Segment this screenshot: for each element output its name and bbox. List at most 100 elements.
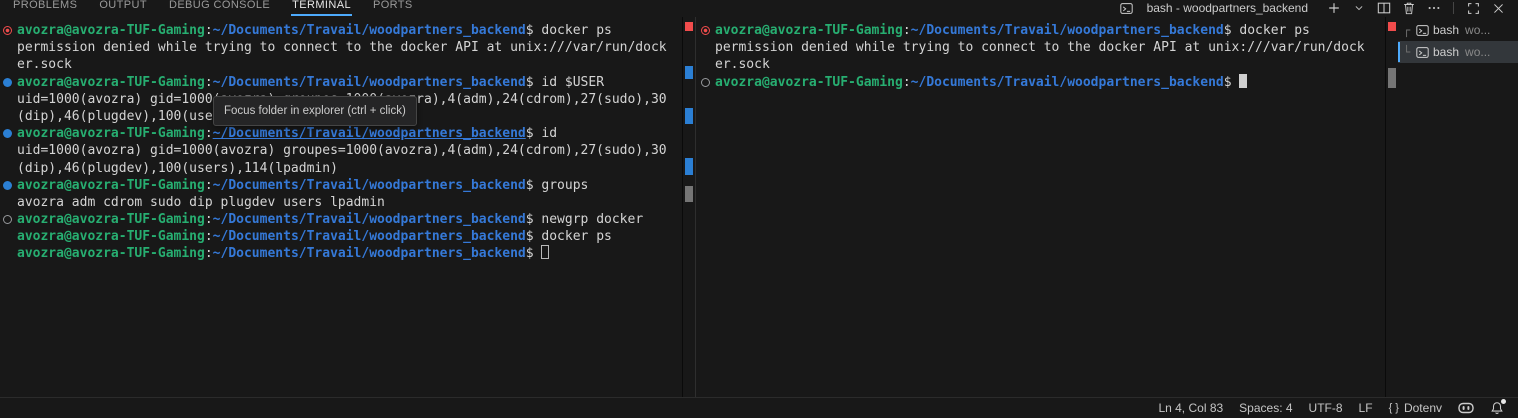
- prompt-separator: :: [205, 246, 213, 261]
- kill-terminal-icon[interactable]: [1401, 0, 1417, 16]
- split-terminal-icon[interactable]: [1376, 0, 1392, 16]
- terminal-list-label: bash: [1433, 23, 1459, 37]
- status-label: Spaces: 4: [1239, 401, 1292, 415]
- terminal-profile-dropdown-icon[interactable]: [1351, 0, 1367, 16]
- notification-badge: [1501, 399, 1506, 404]
- command-decoration-success-icon[interactable]: [3, 181, 12, 190]
- prompt-path-link[interactable]: ~/Documents/Travail/woodpartners_backend: [213, 126, 526, 141]
- vscode-terminal-panel: PROBLEMSOUTPUTDEBUG CONSOLETERMINALPORTS…: [0, 0, 1518, 418]
- prompt-separator: :: [903, 75, 911, 90]
- terminal-pane-left[interactable]: avozra@avozra-TUF-Gaming:~/Documents/Tra…: [0, 17, 681, 397]
- prompt-path-link[interactable]: ~/Documents/Travail/woodpartners_backend: [213, 75, 526, 90]
- scroll-decoration-error: [1388, 22, 1396, 31]
- prompt-path-link[interactable]: ~/Documents/Travail/woodpartners_backend: [213, 178, 526, 193]
- command-text: docker ps: [541, 23, 611, 38]
- command-text: docker ps: [1239, 23, 1309, 38]
- close-panel-icon[interactable]: [1490, 0, 1506, 16]
- terminal-line: permission denied while trying to connec…: [0, 39, 681, 56]
- scroll-decoration-default: [685, 186, 693, 202]
- status-label: Dotenv: [1404, 401, 1442, 415]
- terminal-scrollbar-right[interactable]: [1385, 17, 1397, 397]
- terminal-pane-right[interactable]: avozra@avozra-TUF-Gaming:~/Documents/Tra…: [696, 17, 1385, 397]
- prompt-path-link[interactable]: ~/Documents/Travail/woodpartners_backend: [213, 23, 526, 38]
- panel-tab-problems[interactable]: PROBLEMS: [2, 0, 88, 15]
- output-text: permission denied while trying to connec…: [17, 40, 667, 55]
- prompt-user: avozra@avozra-TUF-Gaming: [17, 229, 205, 244]
- status-label: Ln 4, Col 83: [1158, 401, 1223, 415]
- prompt-path-link[interactable]: ~/Documents/Travail/woodpartners_backend: [911, 23, 1224, 38]
- command-text: newgrp docker: [541, 212, 643, 227]
- scroll-decoration-success: [685, 66, 693, 79]
- prompt-symbol: $: [526, 126, 542, 141]
- output-text: uid=1000(avozra) gid=1000(avozra) groupe…: [17, 143, 667, 158]
- terminal-line: permission denied while trying to connec…: [696, 39, 1385, 56]
- prompt-symbol: $: [1224, 23, 1240, 38]
- prompt-symbol: $: [526, 178, 542, 193]
- bell-icon[interactable]: [1490, 401, 1504, 415]
- terminal-scrollbar-left[interactable]: [682, 17, 695, 397]
- braces-icon: { }: [1389, 402, 1399, 414]
- prompt-separator: :: [205, 178, 213, 193]
- split-tree-guide: └: [1403, 45, 1414, 59]
- prompt-symbol: $: [526, 246, 542, 261]
- status-bar-right: Ln 4, Col 83 Spaces: 4 UTF-8 LF { } Dotenv: [1158, 401, 1504, 415]
- status-label: UTF-8: [1309, 401, 1343, 415]
- output-text: (dip),46(plugdev),100(users),114(lpadmin…: [17, 161, 338, 176]
- prompt-symbol: $: [526, 75, 542, 90]
- tooltip-text: Focus folder in explorer (ctrl + click): [224, 105, 406, 117]
- link-hover-tooltip: Focus folder in explorer (ctrl + click): [213, 96, 417, 126]
- command-decoration-error-icon[interactable]: [3, 26, 12, 35]
- terminal-icon: [1416, 46, 1429, 59]
- copilot-icon[interactable]: [1458, 401, 1474, 415]
- split-tree-guide: ┌: [1403, 23, 1414, 37]
- command-decoration-success-icon[interactable]: [3, 129, 12, 138]
- more-actions-icon[interactable]: [1426, 0, 1442, 16]
- prompt-separator: :: [205, 229, 213, 244]
- output-text: er.sock: [715, 57, 770, 72]
- prompt-path-link[interactable]: ~/Documents/Travail/woodpartners_backend: [213, 246, 526, 261]
- command-decoration-default-icon[interactable]: [701, 78, 710, 87]
- prompt-user: avozra@avozra-TUF-Gaming: [17, 75, 205, 90]
- status-indentation[interactable]: Spaces: 4: [1239, 401, 1292, 415]
- panel-actions-separator: [1453, 2, 1454, 14]
- prompt-symbol: $: [526, 212, 542, 227]
- prompt-separator: :: [205, 23, 213, 38]
- terminal-icon: [1120, 2, 1133, 15]
- terminal-line: avozra@avozra-TUF-Gaming:~/Documents/Tra…: [0, 125, 681, 142]
- scroll-decoration-success: [685, 158, 693, 175]
- status-cursor-position[interactable]: Ln 4, Col 83: [1158, 401, 1223, 415]
- prompt-separator: :: [205, 75, 213, 90]
- command-decoration-success-icon[interactable]: [3, 78, 12, 87]
- panel-body: avozra@avozra-TUF-Gaming:~/Documents/Tra…: [0, 17, 1518, 397]
- prompt-path-link[interactable]: ~/Documents/Travail/woodpartners_backend: [213, 212, 526, 227]
- output-text: er.sock: [17, 57, 72, 72]
- terminal-list-detail: wo...: [1465, 23, 1490, 37]
- command-decoration-error-icon[interactable]: [701, 26, 710, 35]
- terminal-title: bash - woodpartners_backend: [1147, 1, 1308, 15]
- terminal-list-item[interactable]: ┌ bash wo...: [1398, 19, 1518, 41]
- command-decoration-default-icon[interactable]: [3, 215, 12, 224]
- panel-tab-ports[interactable]: PORTS: [362, 0, 424, 15]
- prompt-separator: :: [205, 126, 213, 141]
- prompt-user: avozra@avozra-TUF-Gaming: [715, 75, 903, 90]
- scroll-decoration-success: [685, 108, 693, 124]
- terminal-line: er.sock: [696, 56, 1385, 73]
- status-eol[interactable]: LF: [1359, 401, 1373, 415]
- panel-tab-terminal[interactable]: TERMINAL: [281, 0, 362, 15]
- maximize-panel-icon[interactable]: [1465, 0, 1481, 16]
- terminal-list-label: bash: [1433, 45, 1459, 59]
- new-terminal-icon[interactable]: [1326, 0, 1342, 16]
- terminal-list-detail: wo...: [1465, 45, 1490, 59]
- panel-tab-output[interactable]: OUTPUT: [88, 0, 158, 15]
- prompt-separator: :: [903, 23, 911, 38]
- prompt-path-link[interactable]: ~/Documents/Travail/woodpartners_backend: [911, 75, 1224, 90]
- terminal-cursor: [1239, 74, 1247, 88]
- terminal-list-item[interactable]: └ bash wo...: [1398, 41, 1518, 63]
- status-bar: Ln 4, Col 83 Spaces: 4 UTF-8 LF { } Dotenv: [0, 397, 1518, 418]
- command-text: id $USER: [541, 75, 604, 90]
- status-language-mode[interactable]: { } Dotenv: [1389, 401, 1442, 415]
- terminal-line: avozra adm cdrom sudo dip plugdev users …: [0, 194, 681, 211]
- panel-tab-debug-console[interactable]: DEBUG CONSOLE: [158, 0, 281, 15]
- status-encoding[interactable]: UTF-8: [1309, 401, 1343, 415]
- prompt-path-link[interactable]: ~/Documents/Travail/woodpartners_backend: [213, 229, 526, 244]
